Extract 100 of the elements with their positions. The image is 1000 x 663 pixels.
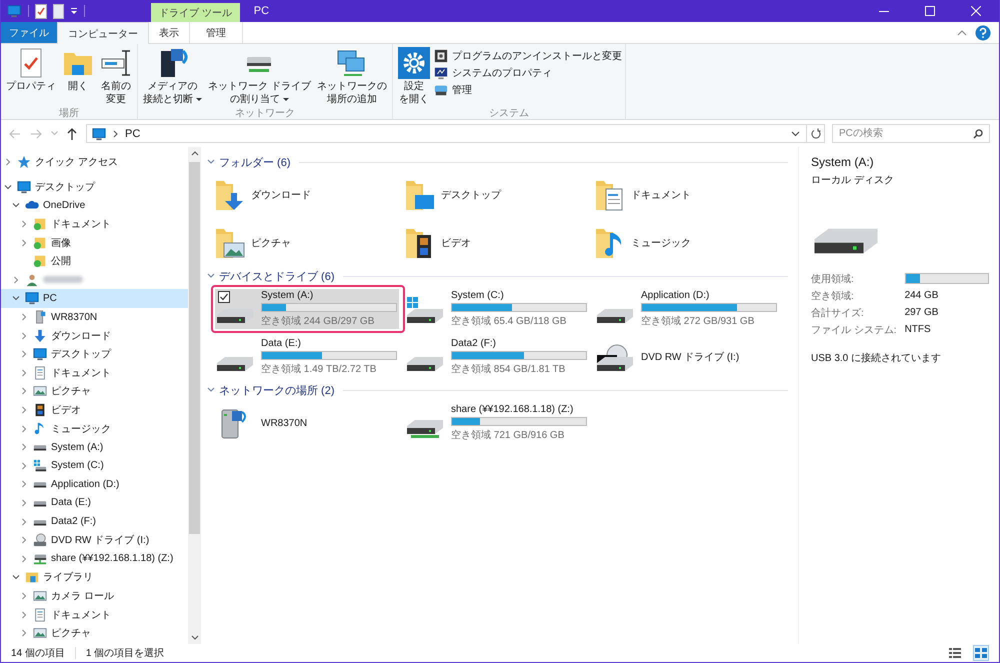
chevron-right-icon[interactable] [12, 276, 20, 284]
tree-item[interactable]: Application (D:) [1, 475, 188, 494]
drive-tile[interactable]: Data2 (F:) 空き領域 854 GB/1.81 TB [405, 337, 589, 377]
ribbon-button[interactable]: 設定 を開く [396, 47, 432, 106]
scrollbar[interactable] [188, 147, 201, 644]
folder-tile[interactable]: ドキュメント [595, 175, 779, 215]
new-document-icon[interactable] [53, 4, 64, 18]
up-arrow-icon[interactable] [67, 128, 77, 140]
back-arrow-icon[interactable] [9, 128, 21, 138]
chevron-right-icon[interactable] [20, 536, 28, 544]
dropdown-icon[interactable] [70, 7, 78, 15]
forward-arrow-icon[interactable] [30, 128, 42, 138]
section-header[interactable]: ネットワークの場所 (2) [219, 382, 334, 398]
tree-item[interactable]: ドキュメント [1, 605, 188, 624]
chevron-right-icon[interactable] [20, 498, 28, 507]
chevron-down-icon[interactable] [12, 294, 20, 302]
ribbon-tab[interactable]: コンピューター [57, 22, 149, 44]
ribbon-button[interactable]: システムのプロパティ [434, 66, 622, 80]
ribbon-tab[interactable]: 表示 [149, 22, 189, 43]
scroll-up-icon[interactable] [190, 151, 198, 156]
tree-item[interactable]: ドキュメント [1, 364, 188, 382]
drive-tile[interactable]: WR8370N [215, 403, 399, 443]
tree-item[interactable]: Data2 (F:) [1, 512, 188, 531]
chevron-right-icon[interactable] [20, 406, 28, 414]
folder-tile[interactable]: ビデオ [405, 223, 589, 263]
chevron-right-icon[interactable] [20, 554, 28, 563]
tree-item[interactable]: PC [1, 289, 188, 308]
chevron-right-icon[interactable] [4, 158, 12, 166]
chevron-right-icon[interactable] [20, 350, 28, 358]
collapse-ribbon-icon[interactable] [957, 30, 967, 36]
tree-item[interactable]: ミュージック [1, 419, 188, 438]
drive-tile[interactable]: share (¥¥192.168.1.18) (Z:) 空き領域 721 GB/916 GB [405, 403, 589, 443]
refresh-button[interactable] [806, 124, 825, 143]
tree-item[interactable]: ドキュメント [1, 214, 188, 234]
folder-tile[interactable]: ダウンロード [215, 175, 399, 215]
drive-tile[interactable]: System (C:) 空き領域 65.4 GB/118 GB [405, 289, 589, 329]
folder-tile[interactable]: ミュージック [595, 223, 779, 263]
chevron-right-icon[interactable] [20, 220, 28, 228]
scroll-thumb[interactable] [189, 162, 200, 534]
chevron-down-icon[interactable] [791, 130, 800, 136]
tree-item[interactable]: ビデオ [1, 400, 188, 420]
chevron-right-icon[interactable] [20, 313, 28, 322]
tree-item[interactable]: DVD RW ドライブ (I:) [1, 530, 188, 550]
file-tab[interactable]: ファイル [1, 22, 57, 43]
ribbon-button[interactable]: 管理 [434, 83, 622, 97]
tree-item[interactable]: OneDrive [1, 196, 188, 215]
tree-item[interactable]: ダウンロード [1, 326, 188, 345]
chevron-right-icon[interactable] [20, 368, 28, 377]
ribbon-button[interactable]: プロパティ [4, 47, 58, 106]
section-header[interactable]: デバイスとドライブ (6) [219, 268, 334, 284]
search-field[interactable]: PCの検索 [832, 124, 990, 143]
ribbon-button[interactable]: 名前の 変更 [98, 47, 134, 106]
chevron-right-icon[interactable] [20, 480, 28, 488]
tree-item[interactable]: カメラ ロール [1, 586, 188, 606]
drive-tile[interactable]: DVD RW ドライブ (I:) [595, 337, 779, 377]
tree-item[interactable]: デスクトップ [1, 344, 188, 364]
tiles-view-button[interactable] [973, 645, 989, 661]
ribbon-button[interactable]: ネットワーク ドライブ の割り当て [206, 47, 313, 106]
tree-item[interactable]: クイック アクセス [1, 153, 188, 172]
chevron-down-icon[interactable] [207, 387, 215, 393]
help-icon[interactable] [975, 24, 991, 40]
chevron-down-icon[interactable] [12, 573, 20, 582]
drive-tile[interactable]: System (A:) 空き領域 244 GB/297 GB [215, 289, 399, 329]
chevron-right-icon[interactable] [20, 424, 28, 433]
properties-icon[interactable] [35, 4, 47, 18]
breadcrumb[interactable]: PC [125, 128, 140, 140]
folder-tile[interactable]: デスクトップ [405, 175, 589, 215]
tree-item[interactable]: WR8370N [1, 308, 188, 326]
folder-tile[interactable]: ピクチャ [215, 223, 399, 263]
chevron-down-icon[interactable] [4, 182, 12, 191]
ribbon-button[interactable]: ネットワークの 場所の追加 [314, 47, 389, 106]
chevron-right-icon[interactable] [20, 332, 28, 340]
chevron-right-icon[interactable] [20, 592, 28, 600]
drive-tile[interactable]: Data (E:) 空き領域 1.49 TB/2.72 TB [215, 337, 399, 377]
tree-item[interactable]: 画像 [1, 233, 188, 252]
chevron-right-icon[interactable] [20, 610, 28, 619]
chevron-down-icon[interactable] [207, 273, 215, 279]
tree-item[interactable]: 公開 [1, 252, 188, 271]
tree-item[interactable]: デスクトップ [1, 178, 188, 196]
ribbon-button[interactable]: プログラムのアンインストールと変更 [434, 49, 622, 63]
section-header[interactable]: フォルダー (6) [219, 154, 290, 170]
tree-item[interactable]: ピクチャ [1, 624, 188, 642]
tree-item[interactable]: share (¥¥192.168.1.18) (Z:) [1, 549, 188, 568]
tree-item[interactable]: System (C:) [1, 456, 188, 476]
tree-item[interactable]: System (A:) [1, 438, 188, 456]
chevron-right-icon[interactable] [20, 238, 28, 247]
tree-item[interactable]: Data (E:) [1, 494, 188, 512]
ribbon-button[interactable]: 開く [60, 47, 96, 106]
chevron-down-icon[interactable] [12, 201, 20, 210]
details-view-button[interactable] [947, 645, 963, 661]
chevron-right-icon[interactable] [20, 462, 28, 470]
chevron-right-icon[interactable] [20, 443, 28, 452]
ribbon-tab[interactable]: 管理 [189, 22, 243, 43]
chevron-right-icon[interactable] [20, 518, 28, 526]
ribbon-button[interactable]: メディアの 接続と切断 [141, 47, 204, 106]
checkbox[interactable] [218, 291, 230, 303]
address-bar[interactable]: PC [86, 124, 807, 143]
tree-item[interactable]: ライブラリ [1, 568, 188, 587]
chevron-right-icon[interactable] [20, 629, 28, 638]
chevron-right-icon[interactable] [20, 387, 28, 396]
